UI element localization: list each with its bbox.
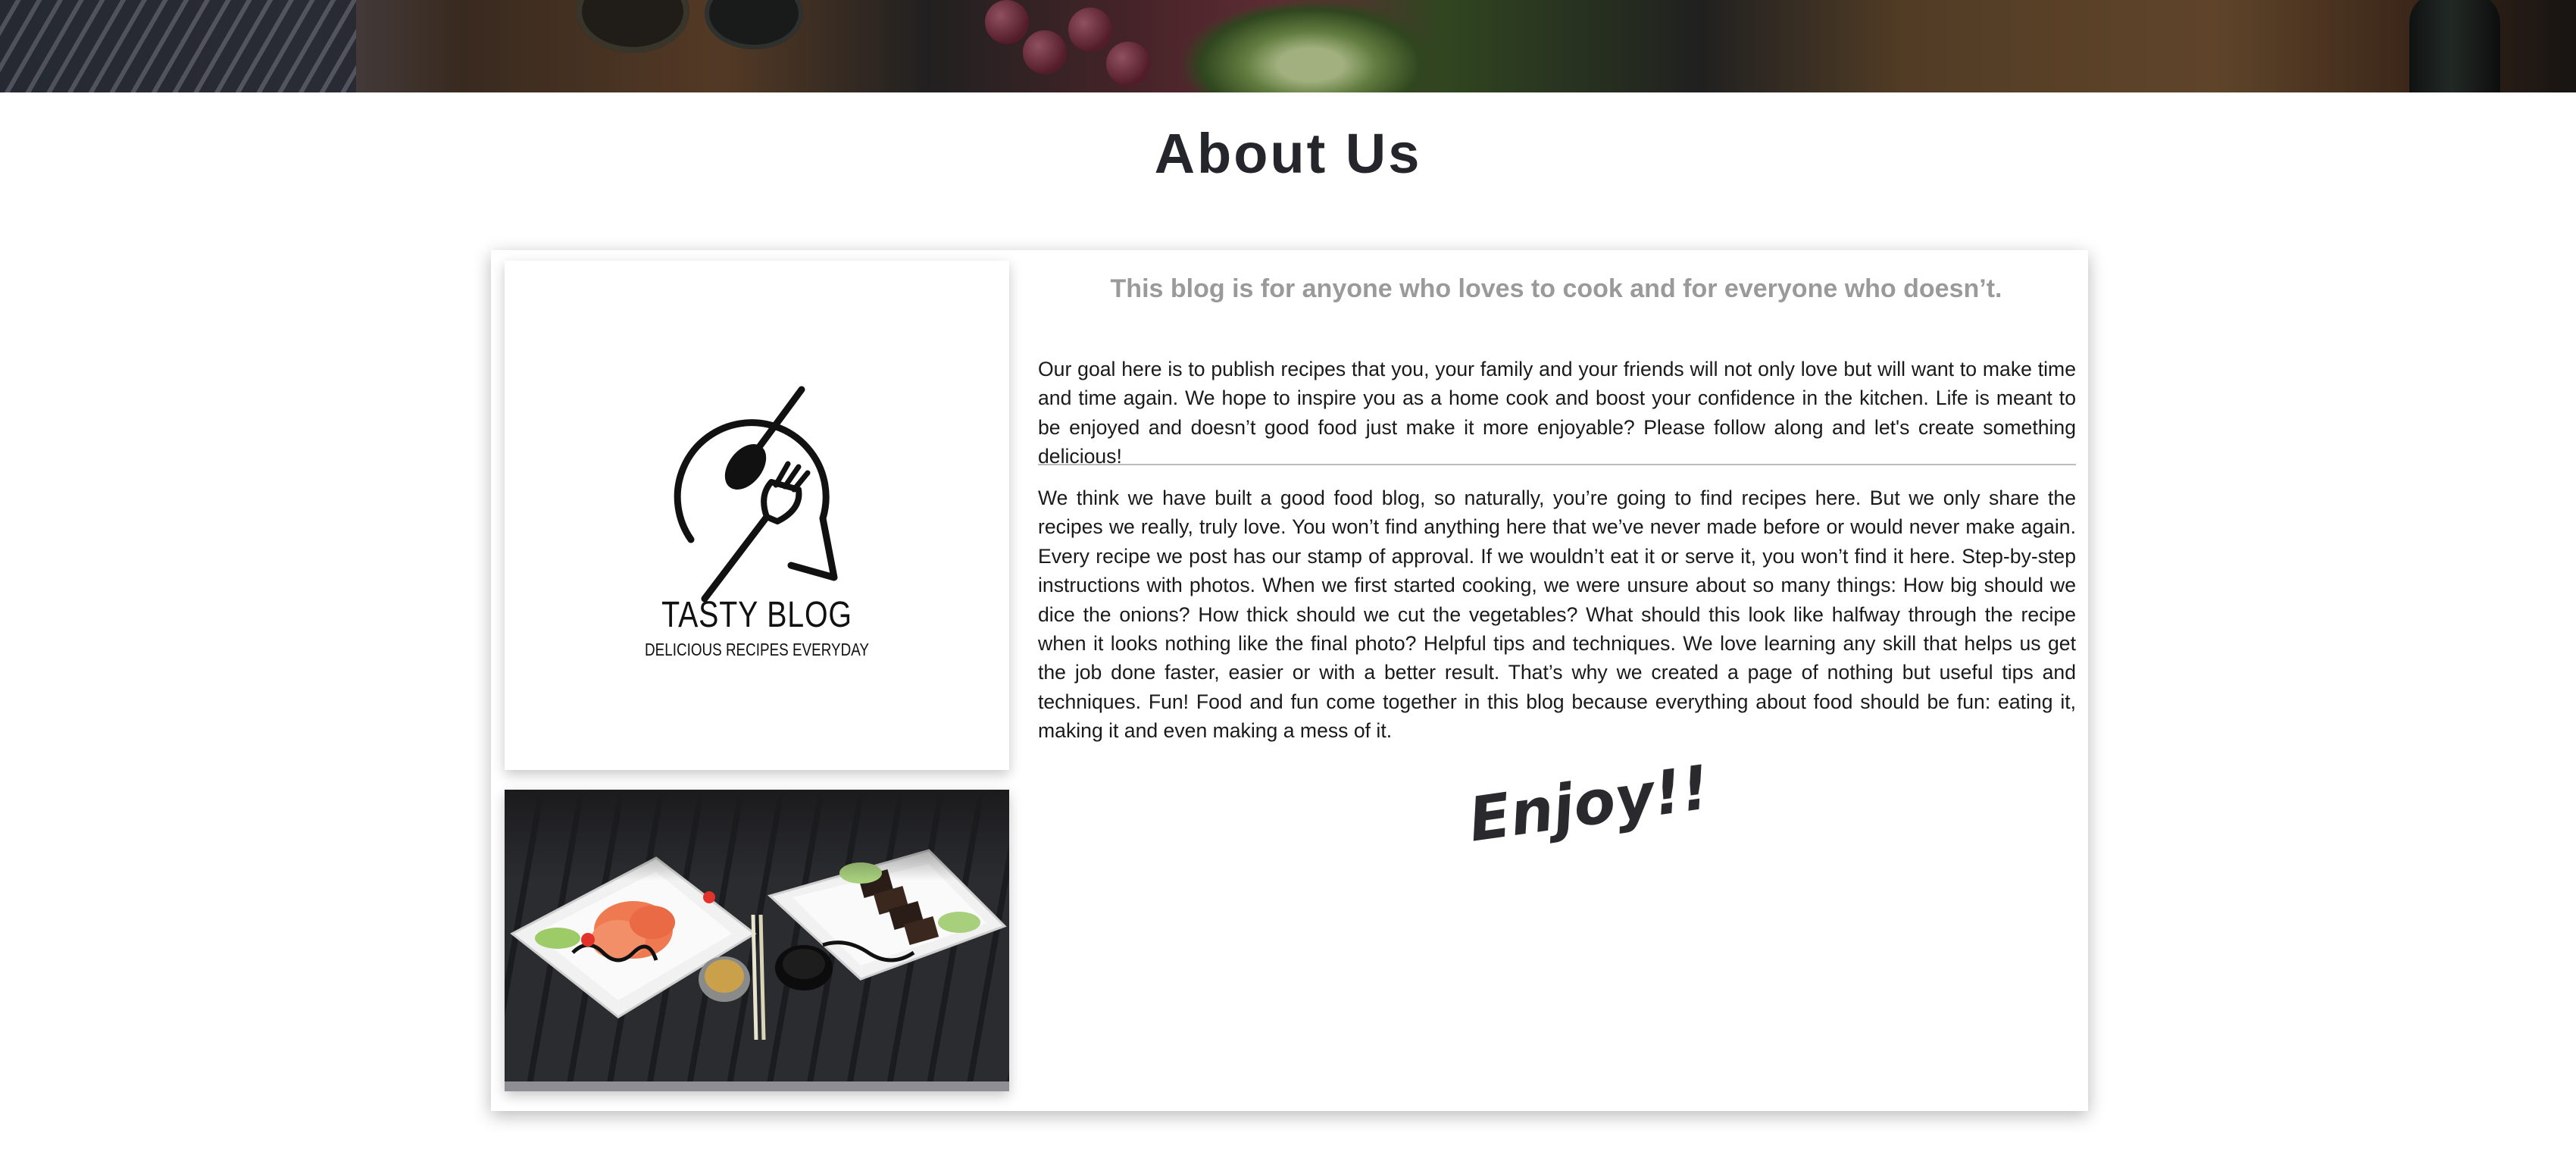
logo-wordmark: TASTY BLOG	[661, 595, 852, 635]
spoon-fork-speech-bubble-icon	[674, 386, 838, 602]
about-paragraph: We think we have built a good food blog,…	[1038, 487, 2076, 743]
about-card: TASTY BLOG DELICIOUS RECIPES EVERYDAY Th…	[491, 250, 2088, 1111]
blog-tagline: This blog is for anyone who loves to coo…	[1110, 274, 2002, 303]
hero-banner	[0, 0, 2576, 92]
intro-paragraph: Our goal here is to publish recipes that…	[1038, 358, 2076, 468]
divider	[1038, 464, 2076, 465]
page-title: About Us	[1154, 122, 1422, 185]
signoff-text: Enjoy!!	[1464, 752, 1714, 856]
logo-tagline: DELICIOUS RECIPES EVERYDAY	[645, 640, 869, 659]
sashimi-plates-photo	[505, 790, 1009, 1091]
logo-panel: TASTY BLOG DELICIOUS RECIPES EVERYDAY	[505, 261, 1009, 770]
